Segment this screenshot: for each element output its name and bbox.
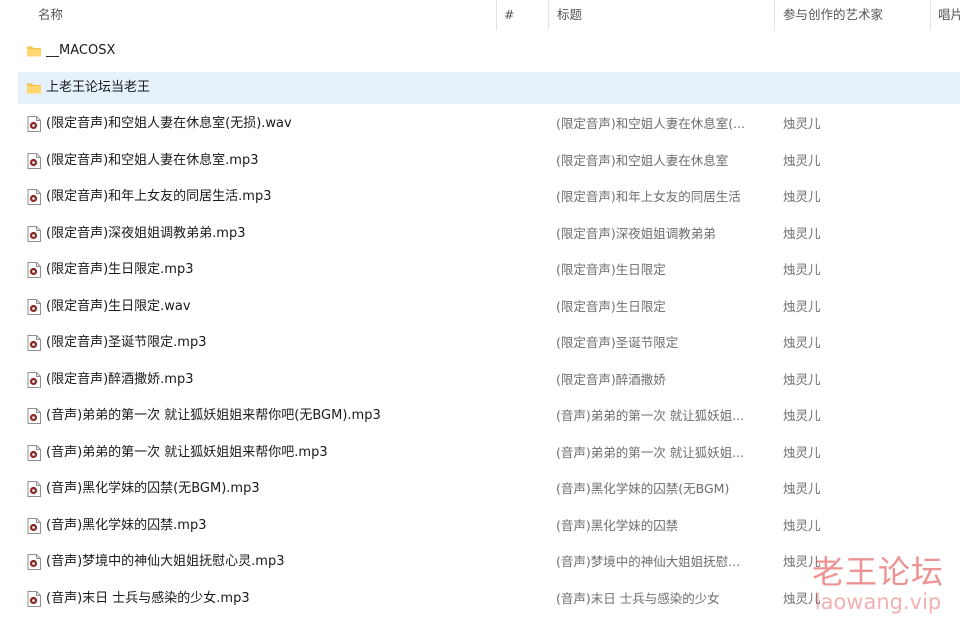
audio-file-icon [27, 445, 41, 461]
folder-row[interactable]: 上老王论坛当老王 [18, 72, 960, 104]
audio-file-icon [27, 153, 41, 169]
file-row[interactable]: (限定音声)醉酒撒娇.mp3 (限定音声)醉酒撒娇 烛灵儿 [18, 364, 960, 396]
column-header-bar: 名称 ⌃ # 标题 参与创作的艺术家 唱片 [0, 0, 960, 30]
audio-file-icon [27, 262, 41, 278]
audio-file-icon [27, 116, 41, 132]
file-name: __MACOSX [46, 43, 116, 58]
file-name: (限定音声)和空姐人妻在休息室(无损).wav [46, 116, 292, 131]
file-name: (限定音声)生日限定.mp3 [46, 262, 194, 277]
file-title: (限定音声)生日限定 [556, 299, 666, 314]
file-artist: 烛灵儿 [783, 116, 821, 131]
file-title: (音声)黑化学妹的囚禁 [556, 518, 679, 533]
file-artist: 烛灵儿 [783, 591, 821, 606]
file-title: (限定音声)和年上女友的同居生活 [556, 189, 741, 204]
file-name: (限定音声)醉酒撒娇.mp3 [46, 372, 194, 387]
column-header-number[interactable]: # [504, 6, 514, 24]
file-row[interactable]: (音声)弟弟的第一次 就让狐妖姐姐来帮你吧.mp3 (音声)弟弟的第一次 就让狐妖… [18, 437, 960, 469]
audio-file-icon [27, 372, 41, 388]
file-row[interactable]: (限定音声)圣诞节限定.mp3 (限定音声)圣诞节限定 烛灵儿 [18, 327, 960, 359]
file-title: (限定音声)生日限定 [556, 262, 666, 277]
file-artist: 烛灵儿 [783, 372, 821, 387]
file-artist: 烛灵儿 [783, 153, 821, 168]
column-divider[interactable] [496, 0, 497, 30]
folder-row[interactable]: __MACOSX [18, 35, 960, 67]
file-name: (音声)梦境中的神仙大姐姐抚慰心灵.mp3 [46, 554, 285, 569]
file-title: (音声)弟弟的第一次 就让狐妖姐... [556, 445, 745, 460]
file-row[interactable]: (音声)梦境中的神仙大姐姐抚慰心灵.mp3 (音声)梦境中的神仙大姐姐抚慰... 烛… [18, 546, 960, 578]
file-title: (音声)末日 士兵与感染的少女 [556, 591, 720, 606]
file-title: (音声)黑化学妹的囚禁(无BGM) [556, 481, 730, 496]
audio-file-icon [27, 554, 41, 570]
folder-icon [27, 83, 41, 94]
file-row[interactable]: (限定音声)和空姐人妻在休息室(无损).wav (限定音声)和空姐人妻在休息室(.… [18, 108, 960, 140]
file-name: 上老王论坛当老王 [46, 80, 151, 95]
file-artist: 烛灵儿 [783, 299, 821, 314]
file-row[interactable]: (限定音声)生日限定.mp3 (限定音声)生日限定 烛灵儿 [18, 254, 960, 286]
column-header-title[interactable]: 标题 [557, 6, 582, 24]
file-row[interactable]: (音声)弟弟的第一次 就让狐妖姐姐来帮你吧(无BGM).mp3 (音声)弟弟的第一… [18, 400, 960, 432]
file-title: (音声)梦境中的神仙大姐姐抚慰... [556, 554, 741, 569]
audio-file-icon [27, 299, 41, 315]
file-row[interactable]: (限定音声)深夜姐姐调教弟弟.mp3 (限定音声)深夜姐姐调教弟弟 烛灵儿 [18, 218, 960, 250]
file-artist: 烛灵儿 [783, 189, 821, 204]
file-artist: 烛灵儿 [783, 518, 821, 533]
file-row[interactable]: (限定音声)和年上女友的同居生活.mp3 (限定音声)和年上女友的同居生活 烛灵儿 [18, 181, 960, 213]
file-name: (音声)弟弟的第一次 就让狐妖姐姐来帮你吧(无BGM).mp3 [46, 408, 381, 423]
file-artist: 烛灵儿 [783, 335, 821, 350]
file-name: (限定音声)圣诞节限定.mp3 [46, 335, 207, 350]
file-row[interactable]: (音声)末日 士兵与感染的少女.mp3 (音声)末日 士兵与感染的少女 烛灵儿 [18, 583, 960, 615]
file-name: (音声)黑化学妹的囚禁(无BGM).mp3 [46, 481, 260, 496]
file-name: (限定音声)生日限定.wav [46, 299, 191, 314]
column-divider[interactable] [930, 0, 931, 30]
column-divider[interactable] [774, 0, 775, 30]
column-header-name[interactable]: 名称 [38, 6, 63, 24]
file-title: (限定音声)醉酒撒娇 [556, 372, 666, 387]
file-title: (音声)弟弟的第一次 就让狐妖姐... [556, 408, 745, 423]
file-title: (限定音声)和空姐人妻在休息室 [556, 153, 729, 168]
audio-file-icon [27, 518, 41, 534]
file-name: (限定音声)和空姐人妻在休息室.mp3 [46, 153, 259, 168]
audio-file-icon [27, 226, 41, 242]
audio-file-icon [27, 189, 41, 205]
file-row[interactable]: (限定音声)和空姐人妻在休息室.mp3 (限定音声)和空姐人妻在休息室 烛灵儿 [18, 145, 960, 177]
file-artist: 烛灵儿 [783, 226, 821, 241]
file-row[interactable]: (限定音声)生日限定.wav (限定音声)生日限定 烛灵儿 [18, 291, 960, 323]
column-header-album[interactable]: 唱片 [938, 6, 960, 24]
file-artist: 烛灵儿 [783, 445, 821, 460]
file-name: (音声)末日 士兵与感染的少女.mp3 [46, 591, 250, 606]
file-artist: 烛灵儿 [783, 481, 821, 496]
audio-file-icon [27, 481, 41, 497]
file-name: (限定音声)深夜姐姐调教弟弟.mp3 [46, 226, 246, 241]
file-row[interactable]: (音声)黑化学妹的囚禁(无BGM).mp3 (音声)黑化学妹的囚禁(无BGM) 烛灵… [18, 473, 960, 505]
file-name: (音声)弟弟的第一次 就让狐妖姐姐来帮你吧.mp3 [46, 445, 328, 460]
file-artist: 烛灵儿 [783, 262, 821, 277]
file-title: (限定音声)圣诞节限定 [556, 335, 679, 350]
audio-file-icon [27, 591, 41, 607]
file-name: (限定音声)和年上女友的同居生活.mp3 [46, 189, 272, 204]
folder-icon [27, 46, 41, 57]
sort-ascending-icon: ⌃ [258, 0, 268, 7]
file-title: (限定音声)深夜姐姐调教弟弟 [556, 226, 716, 241]
file-name: (音声)黑化学妹的囚禁.mp3 [46, 518, 207, 533]
file-row[interactable]: (音声)黑化学妹的囚禁.mp3 (音声)黑化学妹的囚禁 烛灵儿 [18, 510, 960, 542]
file-artist: 烛灵儿 [783, 408, 821, 423]
column-divider[interactable] [548, 0, 549, 30]
audio-file-icon [27, 335, 41, 351]
audio-file-icon [27, 408, 41, 424]
column-header-artist[interactable]: 参与创作的艺术家 [783, 6, 883, 24]
file-title: (限定音声)和空姐人妻在休息室(... [556, 116, 746, 131]
file-artist: 烛灵儿 [783, 554, 821, 569]
